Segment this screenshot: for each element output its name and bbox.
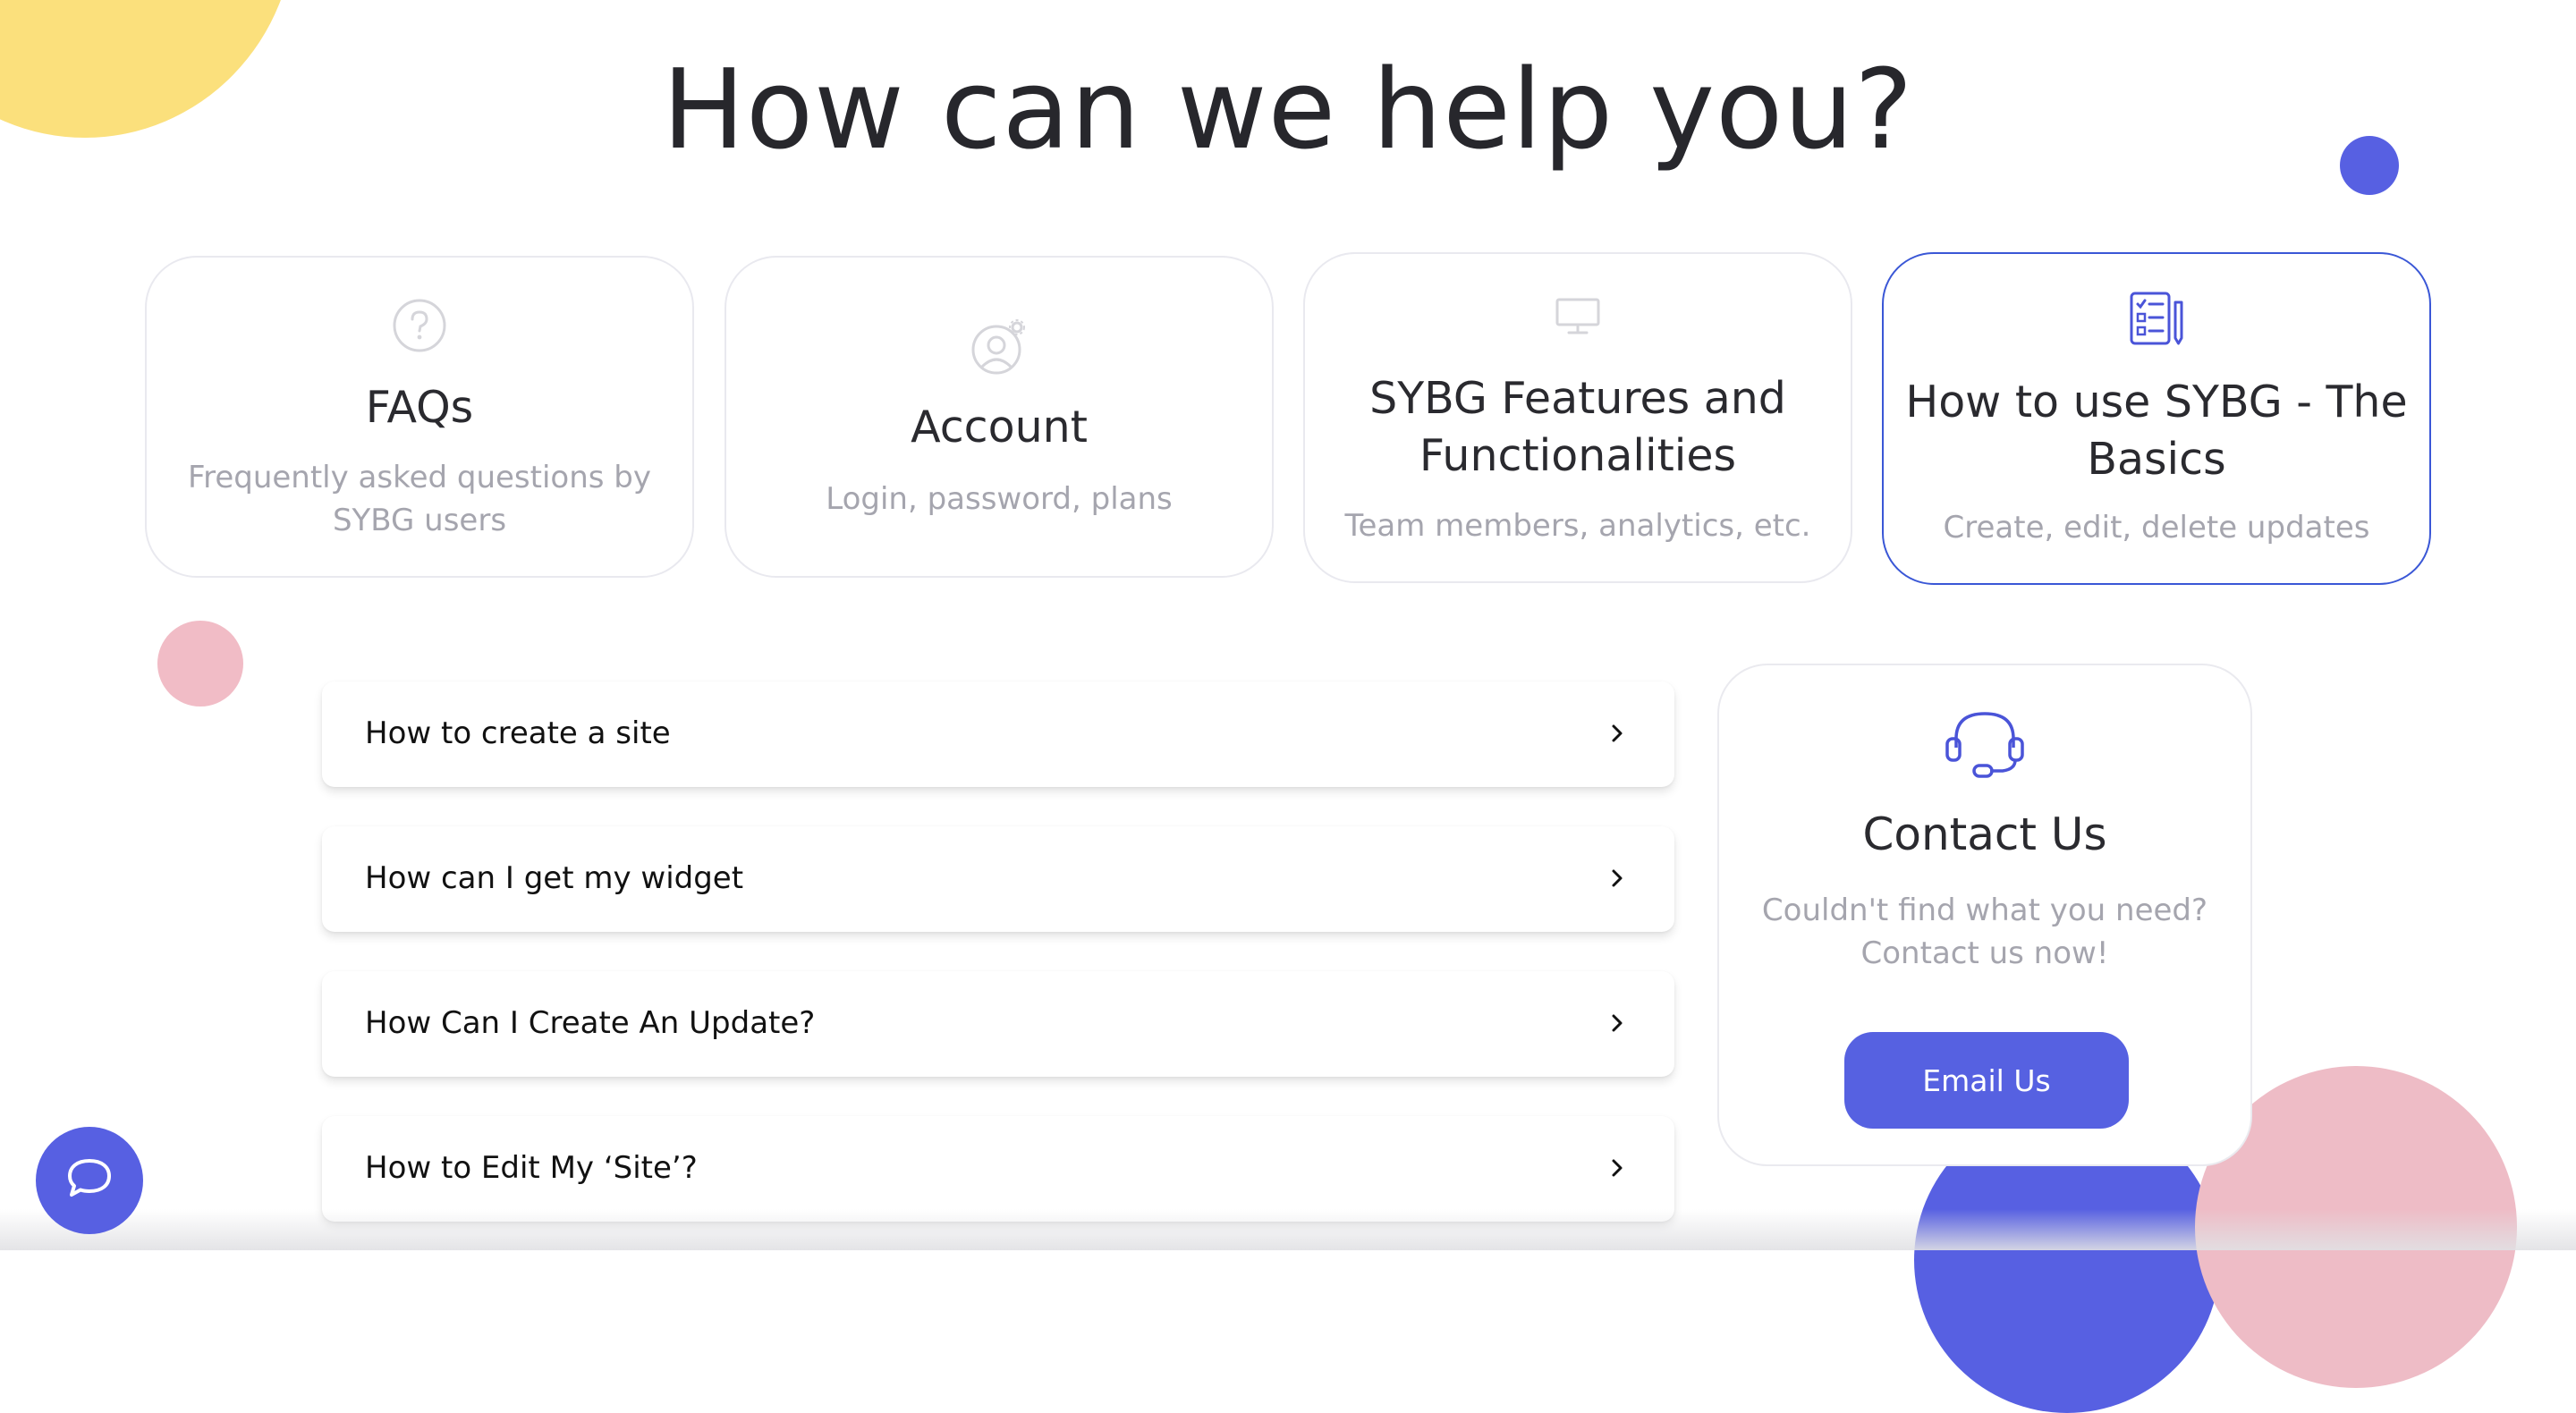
category-title: FAQs xyxy=(365,382,474,433)
category-title: SYBG Features and Functionalities xyxy=(1369,373,1786,481)
faq-question: How to create a site xyxy=(365,715,671,751)
category-card-account[interactable]: Account Login, password, plans xyxy=(724,256,1274,578)
contact-title: Contact Us xyxy=(1862,808,2107,860)
chevron-right-icon xyxy=(1610,1012,1624,1037)
email-us-button[interactable]: Email Us xyxy=(1844,1032,2129,1129)
contact-subtitle: Couldn't find what you need? Contact us … xyxy=(1761,893,2208,971)
category-subtitle: Frequently asked questions by SYBG users xyxy=(188,460,651,538)
question-circle-icon xyxy=(147,297,692,354)
faq-item[interactable]: How can I get my widget xyxy=(322,826,1674,932)
faq-item[interactable]: How to create a site xyxy=(322,681,1674,787)
category-card-features[interactable]: SYBG Features and Functionalities Team m… xyxy=(1303,252,1852,583)
headset-icon xyxy=(1719,708,2250,780)
chat-launcher-button[interactable] xyxy=(36,1127,143,1234)
category-subtitle: Create, edit, delete updates xyxy=(1943,510,2370,546)
category-card-basics[interactable]: How to use SYBG - The Basics Create, edi… xyxy=(1882,252,2431,585)
category-subtitle: Login, password, plans xyxy=(826,481,1173,517)
category-subtitle: Team members, analytics, etc. xyxy=(1344,508,1811,544)
monitor-icon xyxy=(1305,297,1851,336)
checklist-pencil-icon xyxy=(1884,290,2429,347)
chat-bubble-icon xyxy=(66,1157,113,1204)
user-settings-icon xyxy=(726,318,1272,376)
faq-question: How Can I Create An Update? xyxy=(365,1005,816,1041)
category-title: How to use SYBG - The Basics xyxy=(1905,377,2408,485)
faq-question: How can I get my widget xyxy=(365,860,744,896)
chevron-right-icon xyxy=(1610,723,1624,748)
decorative-pink-circle xyxy=(157,621,243,706)
faq-item[interactable]: How to Edit My ‘Site’? xyxy=(322,1116,1674,1222)
contact-card: Contact Us Couldn't find what you need? … xyxy=(1717,664,2252,1166)
category-card-faqs[interactable]: FAQs Frequently asked questions by SYBG … xyxy=(145,256,694,578)
category-title: Account xyxy=(911,402,1088,453)
chevron-right-icon xyxy=(1610,867,1624,893)
faq-question: How to Edit My ‘Site’? xyxy=(365,1150,698,1186)
faq-item[interactable]: How Can I Create An Update? xyxy=(322,971,1674,1077)
page-title: How can we help you? xyxy=(662,47,1914,174)
chevron-right-icon xyxy=(1610,1157,1624,1182)
